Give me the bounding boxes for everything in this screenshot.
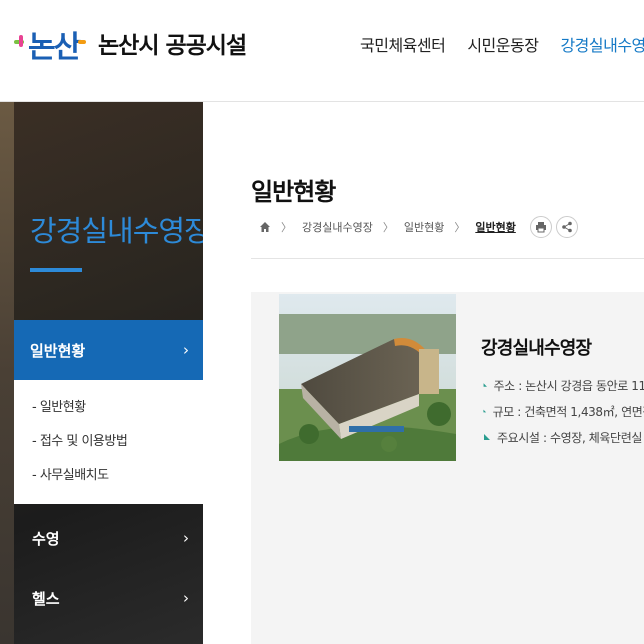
fact-text: 규모 : 건축면적 1,438㎡, 연면적 — [492, 404, 644, 419]
chevron-right-icon: › — [183, 341, 189, 359]
fact-facilities: 주요시설 : 수영장, 체육단련실 — [483, 424, 644, 450]
fact-text: 주소 : 논산시 강경읍 동안로 112 — [493, 378, 644, 393]
breadcrumb-separator: 〉 — [454, 221, 466, 234]
sidebar-background — [0, 102, 14, 644]
facility-name: 강경실내수영장 — [481, 338, 592, 359]
logo-accent — [19, 35, 23, 47]
bullet-arrow-icon — [483, 409, 487, 413]
sidebar-item-overview[interactable]: 일반현황 › — [14, 320, 203, 380]
sidebar-item-fitness[interactable]: 헬스 › — [14, 568, 203, 628]
print-button[interactable] — [529, 216, 552, 238]
fact-text: 주요시설 : 수영장, 체육단련실 — [497, 430, 642, 445]
fact-address: 주소 : 논산시 강경읍 동안로 112 — [483, 372, 644, 398]
breadcrumb-separator: 〉 — [382, 221, 394, 234]
page-title: 일반현황 — [251, 178, 336, 206]
logo-mark: 논산 — [14, 20, 86, 66]
sidebar-item-label: 일반현황 — [30, 341, 86, 360]
chevron-right-icon: › — [183, 589, 189, 607]
breadcrumb-item[interactable]: 강경실내수영장 — [302, 219, 373, 235]
logo-accent — [78, 40, 86, 44]
sidebar-item-swimming[interactable]: 수영 › — [14, 508, 203, 568]
bullet-arrow-icon — [483, 383, 487, 387]
chevron-right-icon: › — [183, 529, 189, 547]
breadcrumb: 〉 강경실내수영장 〉 일반현황 〉 일반현황 — [259, 216, 578, 238]
facility-facts: 주소 : 논산시 강경읍 동안로 112 규모 : 건축면적 1,438㎡, 연… — [483, 372, 644, 450]
sidebar-submenu: - 일반현황 - 접수 및 이용방법 - 사무실배치도 — [14, 380, 203, 504]
home-icon[interactable] — [259, 221, 271, 233]
breadcrumb-separator: 〉 — [281, 221, 292, 234]
nav-item-stadium[interactable]: 시민운동장 — [467, 32, 539, 56]
logo-word: 논산 — [28, 30, 81, 65]
sidebar-title: 강경실내수영장 — [30, 214, 211, 248]
bullet-arrow-icon — [484, 434, 490, 440]
sidebar-item-label: 헬스 — [32, 589, 60, 608]
fact-scale: 규모 : 건축면적 1,438㎡, 연면적 — [483, 398, 644, 424]
breadcrumb-current: 일반현황 — [475, 221, 516, 234]
main-content: 일반현황 〉 강경실내수영장 〉 일반현황 〉 일반현황 강경실내수영장 주소 … — [203, 102, 644, 644]
share-icon — [562, 221, 572, 233]
sidebar-title-underline — [30, 268, 82, 272]
print-icon — [535, 222, 546, 233]
facility-photo — [279, 294, 456, 461]
site-logo[interactable]: 논산 논산시 공공시설 — [14, 20, 247, 66]
site-header: 논산 논산시 공공시설 국민체육센터 시민운동장 강경실내수영장 — [0, 0, 644, 102]
title-divider — [251, 258, 644, 259]
sidebar: 강경실내수영장 일반현황 › - 일반현황 - 접수 및 이용방법 - 사무실배… — [0, 102, 211, 644]
logo-text: 논산시 공공시설 — [98, 33, 247, 59]
breadcrumb-item[interactable]: 일반현황 — [404, 219, 444, 235]
sidebar-item-label: 수영 — [32, 529, 60, 548]
submenu-item-office-layout[interactable]: - 사무실배치도 — [32, 466, 203, 500]
main-nav: 국민체육센터 시민운동장 강경실내수영장 — [360, 32, 644, 56]
submenu-item-registration[interactable]: - 접수 및 이용방법 — [32, 432, 203, 466]
nav-item-pool[interactable]: 강경실내수영장 — [560, 32, 644, 56]
submenu-item-overview[interactable]: - 일반현황 — [32, 398, 203, 432]
facility-info-box: 강경실내수영장 주소 : 논산시 강경읍 동안로 112 규모 : 건축면적 1… — [251, 292, 644, 644]
share-button[interactable] — [555, 216, 578, 238]
nav-item-sports-center[interactable]: 국민체육센터 — [360, 32, 446, 56]
